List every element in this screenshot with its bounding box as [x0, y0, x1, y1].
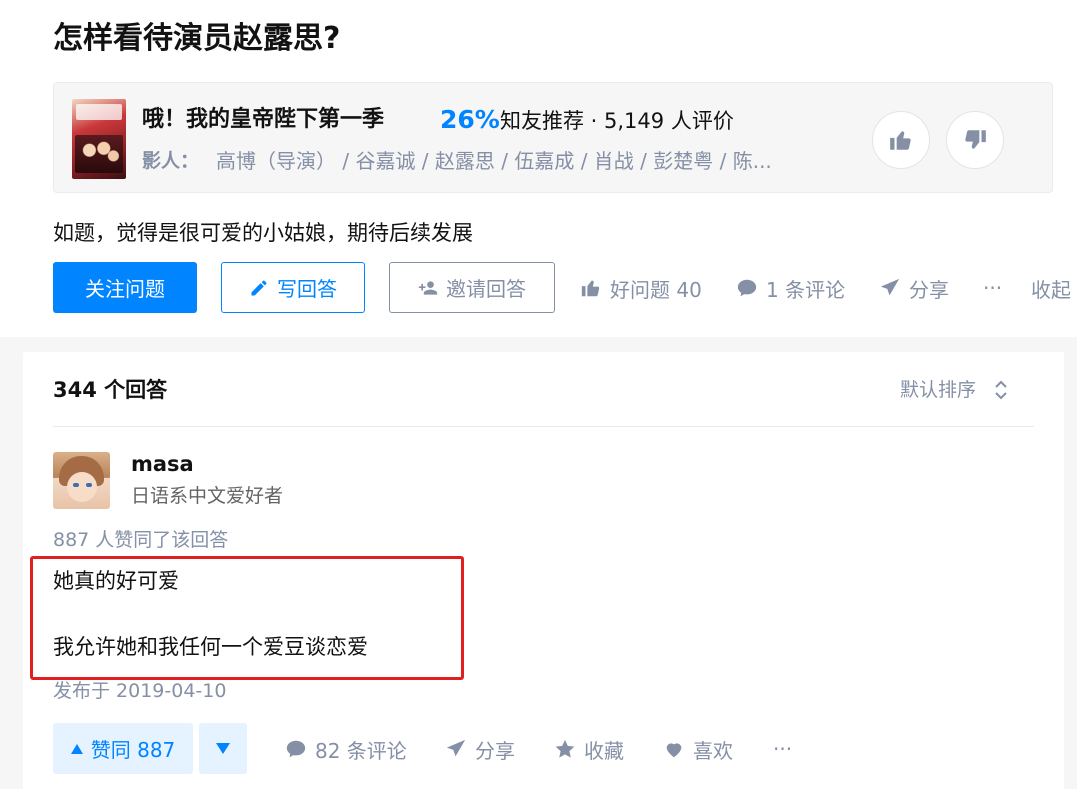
good-question-button[interactable]: 好问题 40	[580, 272, 702, 304]
share-question-label: 分享	[909, 277, 949, 302]
good-question-label: 好问题 40	[610, 277, 702, 302]
follow-question-label: 关注问题	[85, 277, 165, 301]
comment-icon	[286, 740, 306, 758]
upvote-arrow-icon	[70, 743, 83, 754]
more-options-button[interactable]: ···	[983, 272, 1002, 304]
media-cast[interactable]: 高博（导演） / 谷嘉诚 / 赵露思 / 伍嘉成 / 肖战 / 彭楚粤 / 陈.…	[216, 147, 856, 175]
media-meta: 知友推荐 · 5,149 人评价	[500, 109, 734, 133]
media-cast-label: 影人：	[142, 150, 200, 172]
media-card[interactable]: 哦！我的皇帝陛下第一季 26% 知友推荐 · 5,149 人评价 影人： 高博（…	[53, 82, 1053, 193]
question-comments-button[interactable]: 1 条评论	[736, 272, 845, 304]
answers-list: 344 个回答 默认排序 masa 日语系中文爱好者 887 人赞同了该回答 她…	[23, 352, 1064, 789]
question-detail: 如题，觉得是很可爱的小姑娘，期待后续发展	[53, 221, 473, 245]
collapse-label: 收起	[1031, 277, 1071, 302]
paper-plane-icon	[446, 739, 466, 757]
thumbs-down-icon	[965, 130, 986, 149]
add-person-icon	[418, 280, 438, 295]
sort-label: 默认排序	[900, 379, 977, 401]
like-button[interactable]: 喜欢	[663, 733, 733, 765]
author-bio: 日语系中文爱好者	[131, 485, 284, 507]
pencil-icon	[251, 280, 267, 295]
write-answer-label: 写回答	[277, 277, 337, 301]
collect-label: 收藏	[584, 738, 624, 763]
like-label: 喜欢	[693, 738, 733, 763]
answer-comments-label: 82 条评论	[315, 738, 407, 763]
question-comments-label: 1 条评论	[766, 277, 846, 302]
heart-icon	[666, 743, 682, 758]
comment-icon	[737, 279, 757, 297]
divider	[53, 426, 1034, 427]
sort-dropdown[interactable]: 默认排序	[900, 374, 1010, 406]
thumbs-up-icon	[890, 131, 911, 150]
follow-question-button[interactable]: 关注问题	[53, 262, 197, 313]
poster-figures-art	[75, 135, 123, 173]
question-title: 怎样看待演员赵露思?	[53, 21, 341, 56]
published-date[interactable]: 发布于 2019-04-10	[53, 677, 226, 705]
question-header: 怎样看待演员赵露思? 哦！我的皇帝陛下第一季 26% 知友推荐 · 5,149 …	[0, 0, 1077, 337]
collect-button[interactable]: 收藏	[554, 733, 624, 765]
star-icon	[555, 739, 575, 758]
poster-title-art	[76, 104, 122, 120]
write-answer-button[interactable]: 写回答	[221, 262, 365, 313]
vote-count-text: 887 人赞同了该回答	[53, 529, 229, 551]
media-score: 26%	[440, 105, 500, 134]
downvote-arrow-icon	[216, 743, 230, 754]
not-recommend-button[interactable]	[946, 111, 1004, 169]
media-name[interactable]: 哦！我的皇帝陛下第一季	[142, 104, 384, 136]
answer-count: 344 个回答	[53, 378, 168, 402]
downvote-button[interactable]	[199, 723, 247, 774]
collapse-button[interactable]: 收起	[1031, 272, 1071, 304]
share-answer-button[interactable]: 分享	[445, 733, 515, 765]
sort-chevron-icon	[995, 380, 1007, 400]
upvote-label: 赞同 887	[90, 738, 176, 762]
answer-more-button[interactable]: ···	[773, 733, 792, 765]
share-answer-label: 分享	[475, 738, 515, 763]
share-question-button[interactable]: 分享	[879, 272, 949, 304]
more-icon: ···	[773, 737, 793, 761]
thumbs-up-icon	[581, 280, 600, 297]
highlight-box	[30, 556, 464, 680]
invite-answer-label: 邀请回答	[446, 277, 526, 301]
answer-comments-button[interactable]: 82 条评论	[285, 733, 407, 765]
author-name[interactable]: masa	[131, 450, 194, 478]
more-icon: ···	[983, 276, 1003, 300]
paper-plane-icon	[880, 278, 900, 296]
media-poster[interactable]	[72, 99, 126, 179]
upvote-button[interactable]: 赞同 887	[53, 723, 193, 774]
invite-answer-button[interactable]: 邀请回答	[389, 262, 555, 313]
avatar[interactable]	[53, 452, 110, 509]
recommend-button[interactable]	[872, 111, 930, 169]
